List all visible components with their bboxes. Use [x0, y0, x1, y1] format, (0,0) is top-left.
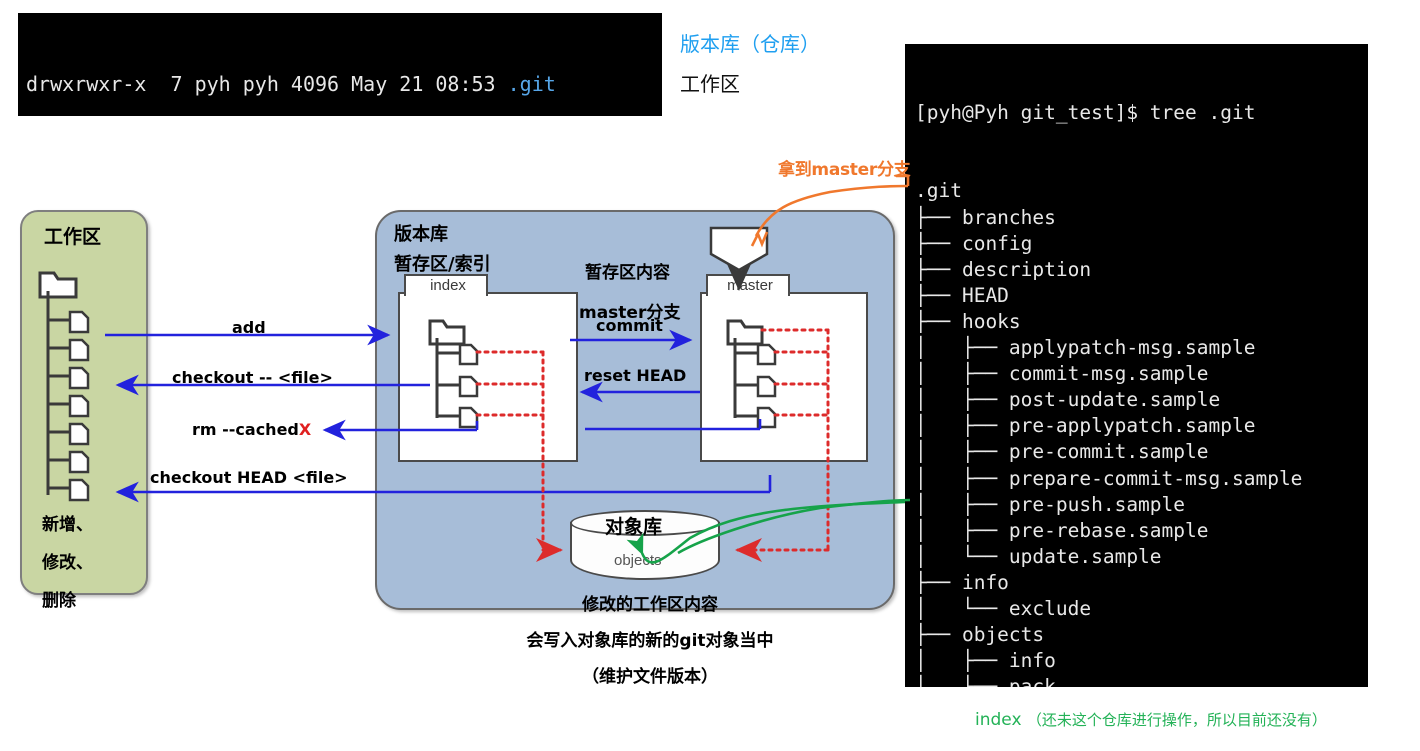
- objects-note-line-2: 会写入对象库的新的git对象当中: [526, 631, 774, 651]
- tree-output: .git ├── branches ├── config ├── descriptio…: [915, 178, 1368, 687]
- caption-workspace: 工作区: [680, 72, 740, 96]
- terminal-window-right[interactable]: [pyh@Pyh git_test]$ tree .git .git ├── br…: [905, 44, 1368, 687]
- index-folder-card: index: [398, 274, 578, 462]
- terminal-command-line: [pyh@Pyh git_test]$ tree .git: [915, 101, 1256, 125]
- tree-line: │ └── pack: [915, 675, 1056, 687]
- arrow-label-checkout-head-file: checkout HEAD <file>: [150, 468, 348, 487]
- tree-line: ├── description: [915, 257, 1092, 281]
- index-folder-tab: index: [404, 274, 488, 296]
- tree-line: │ ├── info: [915, 649, 1056, 673]
- arrow-label-rm-cached-text: rm --cached: [192, 420, 299, 439]
- tree-line: │ ├── pre-commit.sample: [915, 440, 1209, 464]
- index-folder-tab-label: index: [430, 277, 466, 294]
- tree-line: │ ├── pre-push.sample: [915, 492, 1186, 516]
- annotation-index-body: （还未这个仓库进行操作，所以目前还没有）: [1026, 711, 1327, 729]
- tree-line: ├── info: [915, 570, 1009, 594]
- arrow-label-checkout-file: checkout -- <file>: [172, 368, 333, 387]
- master-folder-tab: master: [706, 274, 790, 296]
- terminal-line: drwxrwxr-x 7 pyh pyh 4096 May 21 08:53 .…: [26, 71, 662, 97]
- caption-repository: 版本库（仓库）: [680, 32, 820, 56]
- arrow-label-reset-head: reset HEAD: [584, 366, 687, 385]
- workspace-footer-line-2: 修改、: [42, 553, 93, 573]
- master-folder-tab-label: master: [727, 277, 773, 294]
- workspace-box-title: 工作区: [44, 226, 102, 248]
- workspace-box: [20, 210, 148, 595]
- arrow-label-commit: commit: [596, 316, 663, 335]
- tree-line: │ └── exclude: [915, 596, 1092, 620]
- terminal-window-left[interactable]: drwxrwxr-x 7 pyh pyh 4096 May 21 08:53 .…: [18, 13, 662, 116]
- objects-database-title: 对象库: [605, 516, 663, 538]
- annotation-master-branch: 拿到master分支: [778, 160, 911, 180]
- tree-line: │ ├── commit-msg.sample: [915, 362, 1209, 386]
- tree-line: │ ├── applypatch-msg.sample: [915, 336, 1256, 360]
- tree-line: .git: [915, 179, 962, 203]
- objects-database-subtitle: objects: [614, 552, 662, 569]
- tree-line: │ └── update.sample: [915, 544, 1162, 568]
- tree-line: │ ├── prepare-commit-msg.sample: [915, 466, 1303, 490]
- tree-line: ├── branches: [915, 205, 1056, 229]
- objects-note-line-3: （维护文件版本）: [582, 667, 718, 687]
- git-workflow-diagram: 工作区 新增、 修改、 删除 版本库 暂存区/索引 暂存区内容 提交到maste…: [0, 180, 905, 687]
- annotation-index-head: index: [975, 710, 1022, 730]
- tree-line: │ ├── pre-rebase.sample: [915, 518, 1209, 542]
- git-dir-token: .git: [507, 72, 556, 96]
- stage-note-line-1: 暂存区内容: [585, 263, 670, 283]
- master-folder-card: master: [700, 274, 868, 462]
- terminal-text: drwxrwxr-x 7 pyh pyh 4096 May 21 08:53: [26, 72, 508, 96]
- red-x-icon: X: [298, 420, 312, 439]
- arrow-label-rm-cached: rm --cachedX: [192, 420, 311, 439]
- objects-note-line-1: 修改的工作区内容: [582, 595, 718, 615]
- tree-line: ├── config: [915, 231, 1033, 255]
- tree-line: │ ├── pre-applypatch.sample: [915, 414, 1256, 438]
- workspace-footer-line-3: 删除: [42, 591, 76, 611]
- tree-line: ├── objects: [915, 623, 1045, 647]
- tree-line: ├── hooks: [915, 309, 1021, 333]
- repository-box-title: 版本库: [394, 224, 448, 245]
- workspace-footer-line-1: 新增、: [42, 515, 93, 535]
- tree-line: ├── HEAD: [915, 283, 1009, 307]
- tree-line: │ ├── post-update.sample: [915, 388, 1221, 412]
- annotation-index-note: index （还未这个仓库进行操作，所以目前还没有）: [975, 709, 1327, 730]
- arrow-label-add: add: [232, 318, 266, 337]
- repository-box-subtitle: 暂存区/索引: [394, 254, 491, 275]
